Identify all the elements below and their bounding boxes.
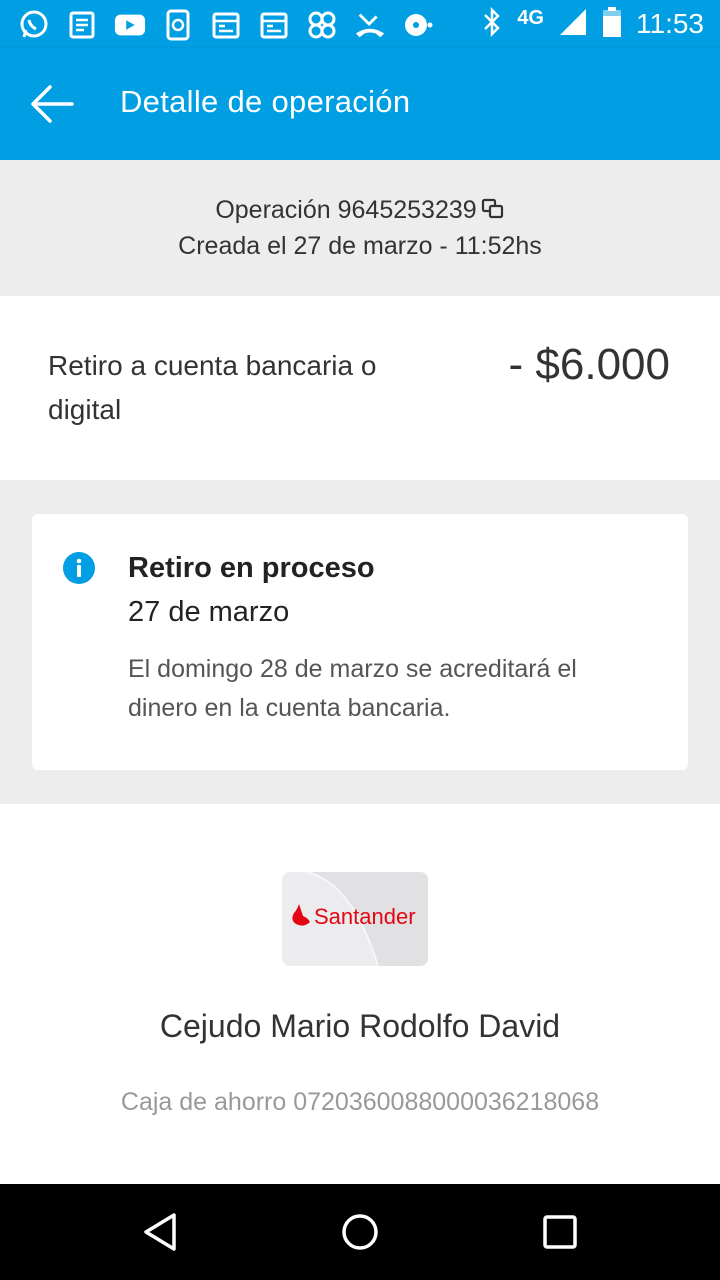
app-bar: Detalle de operación bbox=[0, 48, 720, 160]
nav-back-button[interactable] bbox=[140, 1212, 180, 1252]
account-number: Caja de ahorro 0720360088000036218068 bbox=[120, 1088, 600, 1116]
whatsapp-icon bbox=[18, 9, 50, 41]
operation-number-row: Operación 9645253239 bbox=[0, 196, 720, 225]
nav-recents-button[interactable] bbox=[540, 1212, 580, 1252]
operation-header: Operación 9645253239 Creada el 27 de mar… bbox=[0, 160, 720, 296]
calendar-icon bbox=[210, 9, 242, 41]
bank-logo: Santander bbox=[282, 872, 428, 966]
status-title: Retiro en proceso bbox=[128, 552, 375, 584]
bank-section: Santander Cejudo Mario Rodolfo David Caj… bbox=[0, 804, 720, 1184]
battery-icon bbox=[602, 6, 622, 43]
status-card: Retiro en proceso 27 de marzo El domingo… bbox=[32, 514, 688, 770]
operation-number: Operación 9645253239 bbox=[215, 196, 477, 224]
bluetooth-icon bbox=[481, 6, 503, 43]
arrow-left-icon bbox=[31, 85, 74, 123]
signal-icon bbox=[558, 7, 588, 42]
bank-logo-text: Santander bbox=[314, 904, 416, 929]
status-bar: 4G 11:53 bbox=[0, 0, 720, 48]
disc-icon bbox=[402, 9, 434, 41]
status-section: Retiro en proceso 27 de marzo El domingo… bbox=[0, 480, 720, 804]
circle-home-icon bbox=[342, 1214, 378, 1250]
missed-call-icon bbox=[354, 9, 386, 41]
status-date: 27 de marzo bbox=[128, 596, 290, 628]
account-holder: Cejudo Mario Rodolfo David bbox=[159, 1008, 561, 1044]
nav-home-button[interactable] bbox=[340, 1212, 380, 1252]
operation-created: Creada el 27 de marzo - 11:52hs bbox=[178, 232, 542, 260]
calendar-icon bbox=[258, 9, 290, 41]
clock: 11:53 bbox=[636, 8, 704, 39]
operation-summary: Retiro a cuenta bancaria o digital - $6.… bbox=[0, 296, 720, 480]
network-type: 4G bbox=[517, 6, 544, 29]
copy-icon[interactable] bbox=[481, 198, 505, 220]
page-title: Detalle de operación bbox=[120, 84, 411, 119]
square-recents-icon bbox=[543, 1215, 577, 1249]
phone-sync-icon bbox=[162, 9, 194, 41]
triangle-back-icon bbox=[144, 1213, 176, 1251]
operation-description: Retiro a cuenta bancaria o digital bbox=[48, 350, 377, 425]
pinwheel-icon bbox=[306, 9, 338, 41]
info-icon bbox=[63, 552, 95, 584]
status-message: El domingo 28 de marzo se acreditará el … bbox=[128, 655, 577, 722]
news-icon bbox=[66, 9, 98, 41]
navigation-bar bbox=[0, 1184, 720, 1280]
back-button[interactable] bbox=[24, 78, 84, 130]
youtube-icon bbox=[114, 9, 146, 41]
operation-amount: - $6.000 bbox=[508, 340, 670, 389]
